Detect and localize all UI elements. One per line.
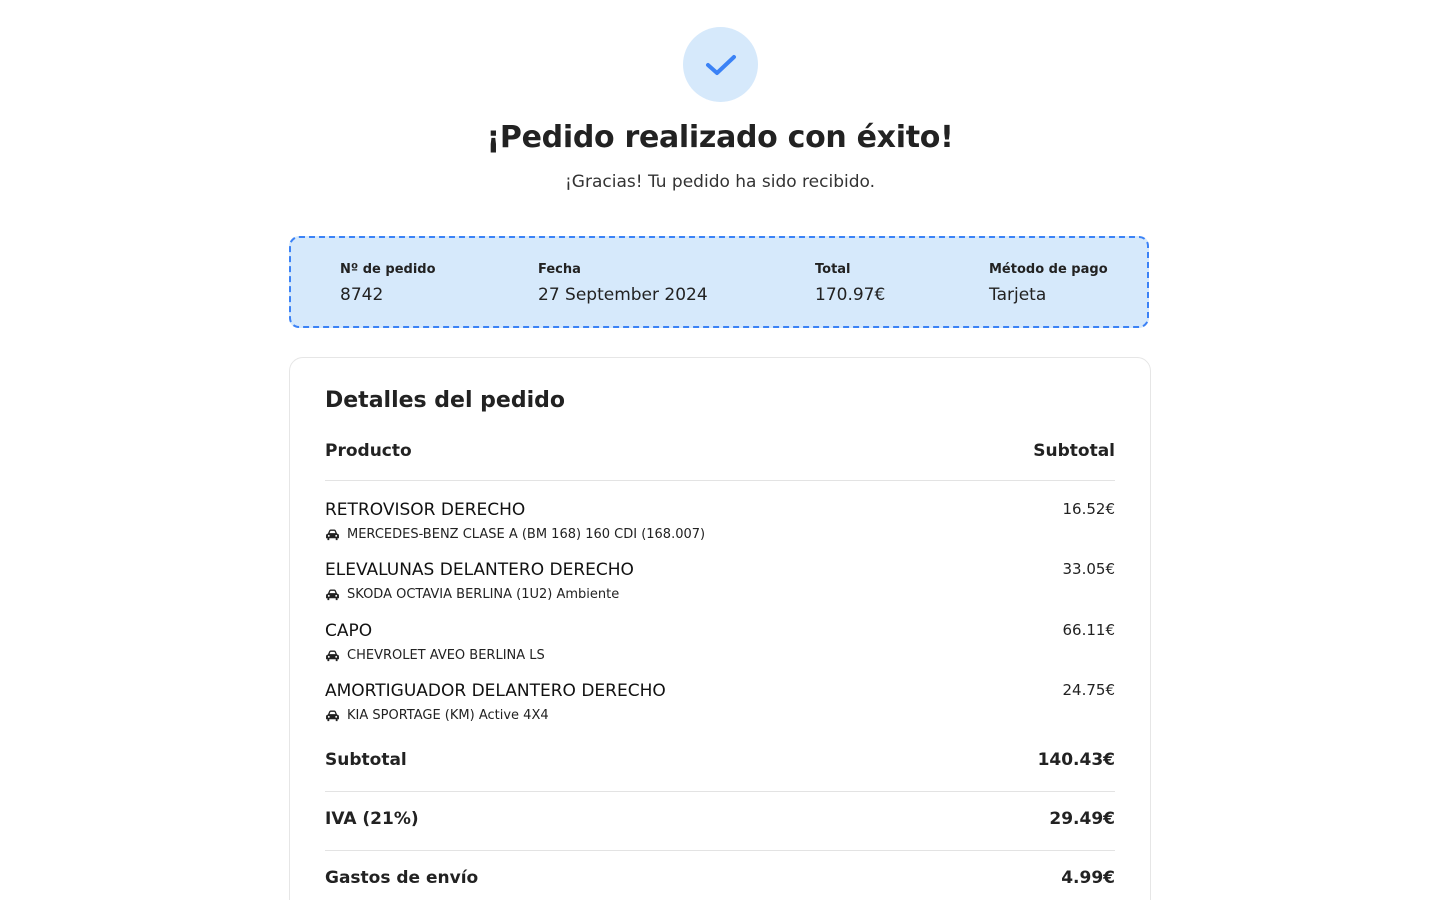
order-summary-box: Nº de pedido 8742 Fecha 27 September 202… xyxy=(289,236,1149,328)
page-title: ¡Pedido realizado con éxito! xyxy=(486,120,954,155)
item-vehicle-text: MERCEDES-BENZ CLASE A (BM 168) 160 CDI (… xyxy=(347,527,706,542)
order-total-label: Total xyxy=(815,262,851,277)
payment-method-value: Tarjeta xyxy=(989,285,1047,305)
header-divider xyxy=(325,480,1115,481)
item-name: CAPO xyxy=(325,621,373,641)
item-vehicle-text: KIA SPORTAGE (KM) Active 4X4 xyxy=(347,708,549,723)
subtotal-column-header: Subtotal xyxy=(1033,441,1115,461)
shipping-label: Gastos de envío xyxy=(325,868,479,888)
shipping-value: 4.99€ xyxy=(1061,868,1115,888)
tax-row: IVA (21%) 29.49€ xyxy=(325,809,1115,833)
payment-method-block: Método de pago Tarjeta xyxy=(989,262,1108,305)
car-icon xyxy=(326,649,339,661)
payment-method-label: Método de pago xyxy=(989,262,1108,277)
order-item: AMORTIGUADOR DELANTERO DERECHO 24.75€ KI… xyxy=(325,681,1115,737)
order-date-block: Fecha 27 September 2024 xyxy=(538,262,708,305)
subtotal-value: 140.43€ xyxy=(1037,750,1115,770)
order-number-block: Nº de pedido 8742 xyxy=(340,262,436,305)
order-number-label: Nº de pedido xyxy=(340,262,436,277)
item-price: 16.52€ xyxy=(1062,500,1116,518)
car-icon xyxy=(326,528,339,540)
item-price: 24.75€ xyxy=(1062,681,1116,699)
order-date-label: Fecha xyxy=(538,262,581,277)
order-item: ELEVALUNAS DELANTERO DERECHO 33.05€ SKOD… xyxy=(325,560,1115,616)
shipping-row: Gastos de envío 4.99€ xyxy=(325,868,1115,892)
order-item: RETROVISOR DERECHO 16.52€ MERCEDES-BENZ … xyxy=(325,500,1115,556)
order-date-value: 27 September 2024 xyxy=(538,285,708,305)
page-subtitle: ¡Gracias! Tu pedido ha sido recibido. xyxy=(564,172,876,192)
order-details-title: Detalles del pedido xyxy=(325,388,565,413)
tax-value: 29.49€ xyxy=(1049,809,1115,829)
item-vehicle: CHEVROLET AVEO BERLINA LS xyxy=(325,648,545,663)
order-total-block: Total 170.97€ xyxy=(815,262,885,305)
item-price: 33.05€ xyxy=(1062,560,1116,578)
order-item: CAPO 66.11€ CHEVROLET AVEO BERLINA LS xyxy=(325,621,1115,677)
order-total-value: 170.97€ xyxy=(815,285,886,305)
check-icon xyxy=(705,54,736,75)
product-column-header: Producto xyxy=(325,441,412,461)
item-price: 66.11€ xyxy=(1062,621,1116,639)
item-name: ELEVALUNAS DELANTERO DERECHO xyxy=(325,560,634,580)
subtotal-row: Subtotal 140.43€ xyxy=(325,750,1115,774)
car-icon xyxy=(326,709,339,721)
row-divider xyxy=(325,791,1115,792)
tax-label: IVA (21%) xyxy=(325,809,419,829)
item-name: AMORTIGUADOR DELANTERO DERECHO xyxy=(325,681,666,701)
item-vehicle: KIA SPORTAGE (KM) Active 4X4 xyxy=(325,708,549,723)
item-name: RETROVISOR DERECHO xyxy=(325,500,526,520)
item-vehicle: SKODA OCTAVIA BERLINA (1U2) Ambiente xyxy=(325,587,619,602)
success-badge xyxy=(683,27,758,102)
row-divider xyxy=(325,850,1115,851)
item-vehicle-text: CHEVROLET AVEO BERLINA LS xyxy=(347,648,545,663)
item-vehicle-text: SKODA OCTAVIA BERLINA (1U2) Ambiente xyxy=(347,587,620,602)
order-number-value: 8742 xyxy=(340,285,384,305)
subtotal-label: Subtotal xyxy=(325,750,407,770)
item-vehicle: MERCEDES-BENZ CLASE A (BM 168) 160 CDI (… xyxy=(325,527,705,542)
order-confirmation-page: ¡Pedido realizado con éxito! ¡Gracias! T… xyxy=(0,0,1440,900)
order-details-card: Detalles del pedido Producto Subtotal RE… xyxy=(289,357,1151,900)
car-icon xyxy=(326,588,339,600)
